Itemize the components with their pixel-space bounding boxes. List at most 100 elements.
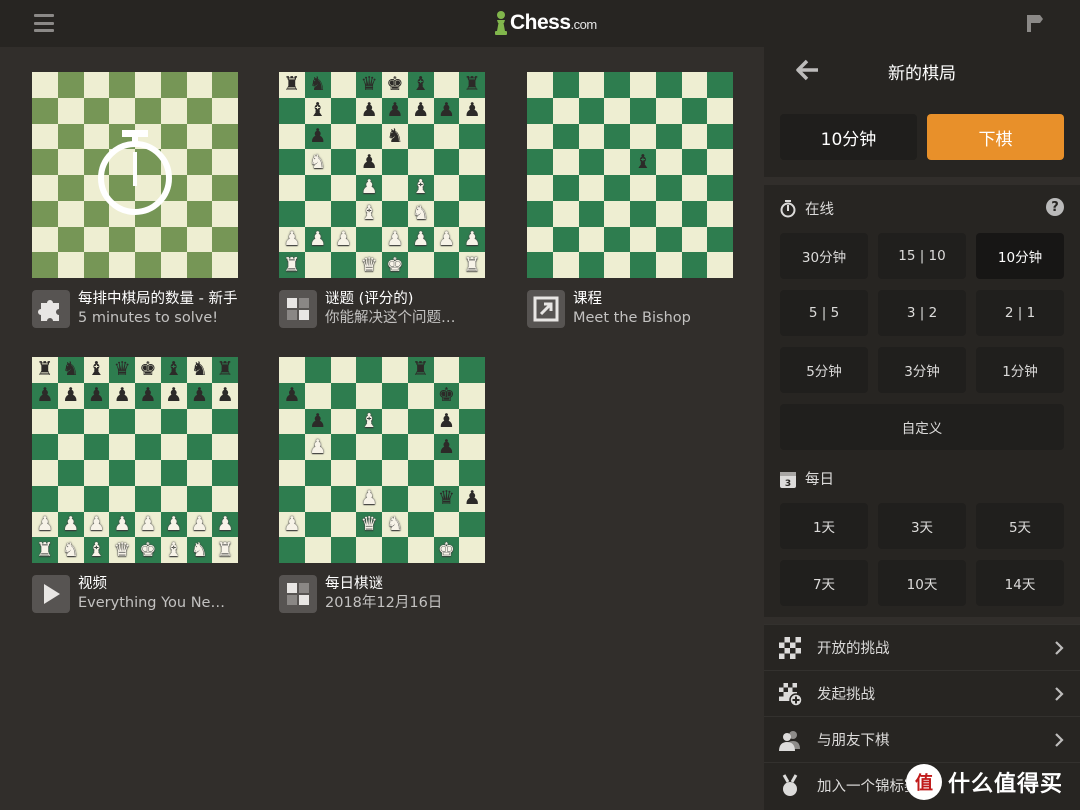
board-square bbox=[160, 72, 187, 98]
board-square bbox=[330, 460, 357, 486]
board-square bbox=[604, 72, 630, 98]
board-square bbox=[459, 434, 485, 460]
live-time-option[interactable]: 5分钟 bbox=[780, 347, 868, 393]
daily-time-option[interactable]: 14天 bbox=[976, 560, 1064, 606]
black-pawn-piece: ♟ bbox=[309, 124, 327, 147]
board-square: ♟ bbox=[109, 511, 135, 538]
profile-flag-icon[interactable] bbox=[1024, 12, 1046, 34]
black-pawn-piece: ♟ bbox=[113, 384, 131, 407]
white-queen-piece: ♛ bbox=[360, 253, 378, 276]
daily-time-option[interactable]: 10天 bbox=[878, 560, 966, 606]
black-pawn-piece: ♟ bbox=[216, 384, 234, 407]
time-control-select[interactable]: 10分钟 bbox=[780, 114, 917, 160]
card-title: 每排中棋局的数量 - 新手! bbox=[78, 291, 238, 307]
hamburger-menu-icon[interactable] bbox=[34, 14, 54, 32]
board-square bbox=[681, 175, 708, 201]
board-square bbox=[655, 97, 682, 124]
black-pawn-piece: ♟ bbox=[87, 384, 105, 407]
live-time-option[interactable]: 15 | 10 bbox=[878, 233, 966, 279]
board-square bbox=[433, 200, 460, 227]
board-square bbox=[135, 123, 161, 150]
board-square: ♜ bbox=[212, 357, 238, 383]
live-time-option[interactable]: 3分钟 bbox=[878, 347, 966, 393]
video-card[interactable]: ♜ ♞ ♝ ♛ ♚ ♝ ♞ ♜ ♟ ♟ ♟ ♟ ♟ ♟ ♟ ♟ ♟ ♟ ♟ ♟ ♟ ♟ ♟ ♟ ♜ ♞ ♝ ♛ ♚ ♝ ♞ ♜ 视频 Ever… bbox=[32, 357, 238, 613]
board-square bbox=[57, 460, 84, 486]
daily-time-option[interactable]: 3天 bbox=[878, 503, 966, 549]
chess-com-logo[interactable]: Chess.com bbox=[494, 8, 597, 38]
daily-time-option[interactable]: 7天 bbox=[780, 560, 868, 606]
board-square bbox=[707, 72, 733, 98]
board-square bbox=[186, 252, 213, 278]
board-square bbox=[109, 97, 135, 124]
board-square bbox=[186, 97, 213, 124]
board-square bbox=[681, 226, 708, 253]
board-square: ♟ bbox=[304, 226, 331, 253]
help-icon[interactable]: ? bbox=[1046, 198, 1064, 216]
board-square bbox=[459, 357, 485, 383]
logo-suffix: .com bbox=[570, 17, 598, 32]
board-square bbox=[57, 97, 84, 124]
board-square: ♟ bbox=[32, 382, 58, 409]
board-square bbox=[630, 252, 656, 278]
white-pawn-piece: ♟ bbox=[113, 512, 131, 535]
black-knight-piece: ♞ bbox=[190, 358, 208, 381]
white-pawn-piece: ♟ bbox=[360, 176, 378, 199]
custom-time-button[interactable]: 自定义 bbox=[780, 404, 1064, 450]
board-square: ♚ bbox=[135, 357, 161, 383]
lesson-card[interactable]: ♝ 课程 Meet the Bishop bbox=[527, 72, 733, 328]
live-time-option[interactable]: 2 | 1 bbox=[976, 290, 1064, 336]
board-square: ♟ bbox=[135, 511, 161, 538]
board-square bbox=[186, 226, 213, 253]
daily-puzzle-card[interactable]: ♜ ♟ ♚ ♟ ♝ ♟ ♟ ♟ ♟ ♛ ♟ ♟ ♛ ♞ ♚ 每日棋谜 2018年12月16日 bbox=[279, 357, 485, 613]
board-square: ♞ bbox=[304, 72, 331, 98]
board-square bbox=[83, 200, 110, 227]
open-challenges-item[interactable]: 开放的挑战 bbox=[764, 624, 1080, 670]
live-time-option[interactable]: 1分钟 bbox=[976, 347, 1064, 393]
board-square bbox=[330, 97, 357, 124]
board-square: ♜ bbox=[279, 72, 305, 98]
board-square bbox=[279, 97, 305, 124]
board-square bbox=[681, 149, 708, 175]
board-square bbox=[681, 97, 708, 124]
daily-time-option[interactable]: 1天 bbox=[780, 503, 868, 549]
new-challenge-item[interactable]: 发起挑战 bbox=[764, 670, 1080, 716]
board-square: ♚ bbox=[382, 72, 408, 98]
board-square bbox=[160, 408, 187, 435]
board-square bbox=[135, 226, 161, 253]
board-square bbox=[109, 434, 135, 460]
board-square bbox=[382, 149, 408, 175]
puzzle-rush-card[interactable]: 每排中棋局的数量 - 新手! 5 minutes to solve! bbox=[32, 72, 238, 328]
board-square bbox=[304, 511, 331, 538]
board-square bbox=[32, 226, 58, 253]
black-knight-piece: ♞ bbox=[309, 73, 327, 96]
board-square bbox=[160, 200, 187, 227]
board-square bbox=[186, 123, 213, 150]
white-bishop-piece: ♝ bbox=[360, 202, 378, 225]
black-rook-piece: ♜ bbox=[36, 358, 54, 381]
board-square bbox=[407, 485, 434, 512]
board-square bbox=[578, 123, 605, 150]
play-button[interactable]: 下棋 bbox=[927, 114, 1064, 160]
board-square bbox=[135, 149, 161, 175]
board-square bbox=[655, 226, 682, 253]
board-square bbox=[109, 200, 135, 227]
board-square bbox=[160, 226, 187, 253]
live-time-option[interactable]: 5 | 5 bbox=[780, 290, 868, 336]
board-square: ♜ bbox=[32, 537, 58, 563]
white-knight-piece: ♞ bbox=[190, 538, 208, 561]
board-square bbox=[160, 434, 187, 460]
black-rook-piece: ♜ bbox=[412, 358, 430, 381]
live-time-option[interactable]: 3 | 2 bbox=[878, 290, 966, 336]
board-square: ♟ bbox=[407, 97, 434, 124]
start-row: 10分钟 下棋 bbox=[780, 114, 1064, 160]
card-title: 课程 bbox=[573, 291, 602, 307]
board-square bbox=[32, 123, 58, 150]
board-square bbox=[356, 382, 382, 409]
live-time-option[interactable]: 30分钟 bbox=[780, 233, 868, 279]
black-pawn-piece: ♟ bbox=[360, 99, 378, 122]
daily-time-option[interactable]: 5天 bbox=[976, 503, 1064, 549]
play-friend-item[interactable]: 与朋友下棋 bbox=[764, 716, 1080, 762]
daily-puzzle-board: ♜ ♟ ♚ ♟ ♝ ♟ ♟ ♟ ♟ ♛ ♟ ♟ ♛ ♞ ♚ bbox=[279, 357, 485, 563]
rated-puzzle-card[interactable]: ♜ ♞ ♛ ♚ ♝ ♜ ♝ ♟ ♟ ♟ ♟ ♟ ♟ ♞ ♞ ♟ ♟ ♝ ♝ ♞ ♟ ♟ ♟ ♟ ♟ ♟ ♟ ♜ ♛ ♚ ♜ 谜题 (评分的)… bbox=[279, 72, 485, 328]
live-time-option[interactable]: 10分钟 bbox=[976, 233, 1064, 279]
